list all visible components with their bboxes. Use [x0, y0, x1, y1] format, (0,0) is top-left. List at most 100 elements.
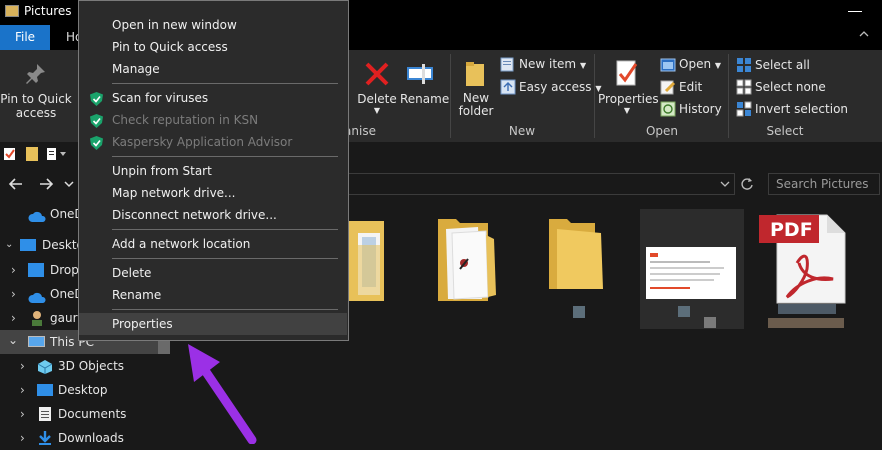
ribbon-separator [728, 54, 729, 138]
kaspersky-shield-icon [90, 113, 103, 128]
menu-item-properties[interactable]: Properties [79, 313, 347, 335]
rename-icon[interactable] [406, 62, 436, 86]
window-title: Pictures [24, 4, 72, 18]
new-folder-line2: folder [458, 104, 494, 118]
delete-button[interactable]: Delete [356, 92, 398, 106]
select-all-button[interactable]: Select all [755, 58, 810, 72]
folder-item[interactable] [549, 215, 605, 289]
easy-access-icon[interactable] [500, 79, 516, 95]
customize-qat-icon[interactable] [46, 147, 68, 161]
nav-item-documents[interactable]: › Documents [0, 402, 170, 426]
properties-button[interactable]: Properties [598, 92, 659, 106]
menu-item-label: Add a network location [112, 237, 251, 251]
menu-item-rename[interactable]: Rename [79, 284, 347, 306]
user-icon [30, 310, 44, 330]
history-button[interactable]: History [679, 102, 722, 116]
minimize-button[interactable] [848, 11, 862, 12]
properties-checklist-icon[interactable] [614, 58, 640, 88]
menu-item-check-reputation[interactable]: Check reputation in KSN [79, 109, 347, 131]
menu-item-label: Check reputation in KSN [112, 113, 259, 127]
new-item-icon[interactable] [500, 57, 516, 73]
file-label-blurred [768, 318, 844, 328]
edit-icon[interactable] [660, 79, 676, 95]
menu-item-delete[interactable]: Delete [79, 262, 347, 284]
nav-item-label: Downloads [58, 431, 124, 445]
new-group-label: New [508, 124, 536, 138]
select-none-button[interactable]: Select none [755, 80, 826, 94]
cloud-icon [28, 207, 46, 226]
edit-button[interactable]: Edit [679, 80, 702, 94]
delete-x-icon[interactable] [363, 60, 391, 88]
chevron-up-icon[interactable] [858, 28, 876, 46]
pin-icon[interactable] [25, 62, 47, 86]
chevron-down-icon: ▼ [714, 61, 722, 70]
chevron-down-icon: ▼ [579, 61, 587, 70]
back-arrow-icon[interactable] [8, 176, 24, 192]
menu-item-label: Unpin from Start [112, 164, 212, 178]
menu-item-disconnect-network-drive[interactable]: Disconnect network drive... [79, 204, 347, 226]
chevron-right-icon: › [20, 383, 25, 397]
menu-item-unpin-start[interactable]: Unpin from Start [79, 160, 347, 182]
chevron-right-icon: › [11, 311, 16, 325]
new-item-label: New item [519, 57, 577, 71]
easy-access-button[interactable]: Easy access ▼ [519, 80, 602, 94]
menu-item-scan-viruses[interactable]: Scan for viruses [79, 87, 347, 109]
history-icon[interactable] [660, 101, 676, 117]
nav-item-label: Drop [50, 263, 79, 277]
tab-file[interactable]: File [0, 25, 50, 50]
kaspersky-shield-icon [90, 135, 103, 150]
menu-item-label: Scan for viruses [112, 91, 209, 105]
chevron-down-icon: ⌄ [5, 239, 14, 250]
cube-icon [37, 359, 53, 378]
nav-item-downloads[interactable]: › Downloads [0, 426, 170, 450]
delete-dropdown-chevron[interactable]: ▼ [370, 106, 384, 115]
menu-item-manage[interactable]: Manage [79, 58, 347, 80]
ribbon-separator [450, 54, 451, 138]
new-item-button[interactable]: New item ▼ [519, 57, 586, 71]
file-label-blurred [778, 304, 836, 314]
pictures-folder-icon [5, 5, 19, 17]
menu-item-kaspersky-advisor[interactable]: Kaspersky Application Advisor [79, 131, 347, 153]
select-none-icon[interactable] [736, 79, 752, 95]
refresh-icon[interactable] [740, 177, 754, 191]
download-arrow-icon [38, 430, 52, 450]
menu-item-map-network-drive[interactable]: Map network drive... [79, 182, 347, 204]
dropbox-icon [28, 263, 44, 277]
menu-item-label: Disconnect network drive... [112, 208, 277, 222]
select-all-icon[interactable] [736, 57, 752, 73]
invert-selection-icon[interactable] [736, 101, 752, 117]
address-dropdown-chevron-icon[interactable] [719, 178, 731, 190]
nav-item-label: 3D Objects [58, 359, 125, 373]
menu-item-open-new-window[interactable]: Open in new window [79, 14, 347, 36]
menu-item-pin-quick-access[interactable]: Pin to Quick access [79, 36, 347, 58]
pin-to-quick-access-button[interactable]: Pin to Quick access [0, 92, 72, 120]
invert-selection-button[interactable]: Invert selection [755, 102, 848, 116]
properties-checklist-icon[interactable] [3, 147, 17, 161]
menu-separator [112, 83, 338, 84]
menu-separator [112, 156, 338, 157]
forward-arrow-icon[interactable] [38, 176, 54, 192]
kaspersky-shield-icon [90, 91, 103, 106]
chevron-right-icon: › [11, 287, 16, 301]
menu-separator [112, 258, 338, 259]
open-button[interactable]: Open ▼ [679, 57, 721, 71]
nav-item-desktop-2[interactable]: › Desktop [0, 378, 170, 402]
nav-item-3d-objects[interactable]: › 3D Objects [0, 354, 170, 378]
open-icon[interactable] [660, 57, 676, 73]
new-folder-button[interactable]: New folder [456, 92, 496, 118]
recent-locations-chevron-icon[interactable] [64, 178, 74, 188]
ribbon-separator [594, 54, 595, 138]
rename-button[interactable]: Rename [400, 92, 449, 106]
folder-item[interactable] [348, 215, 384, 301]
chevron-right-icon: › [11, 263, 16, 277]
menu-item-label: Kaspersky Application Advisor [112, 135, 293, 149]
pdf-badge: PDF [770, 219, 813, 241]
open-group-label: Open [645, 124, 679, 138]
properties-dropdown-chevron[interactable]: ▼ [620, 106, 634, 115]
search-input[interactable]: Search Pictures [768, 173, 880, 195]
folder-item[interactable] [438, 215, 500, 301]
new-folder-icon[interactable] [26, 147, 38, 161]
image-thumbnail[interactable] [640, 209, 744, 329]
menu-item-add-network-location[interactable]: Add a network location [79, 233, 347, 255]
new-folder-icon[interactable] [464, 60, 486, 88]
